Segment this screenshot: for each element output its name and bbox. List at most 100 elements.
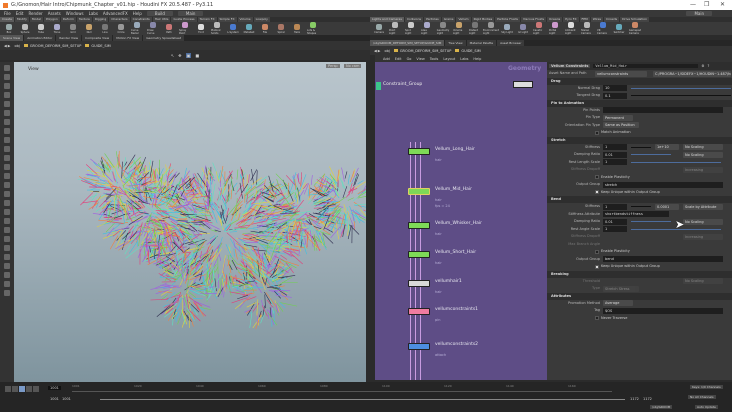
bend-attr-field[interactable]: shortbendstiffness — [603, 211, 669, 217]
start-frame[interactable]: 1001 — [50, 397, 59, 401]
normal-drag-slider[interactable] — [631, 87, 731, 89]
pane-tab[interactable]: Scene View — [0, 35, 24, 41]
viewport-tool-icon[interactable] — [4, 254, 10, 260]
shelf-tool[interactable]: Tube — [35, 23, 47, 34]
pane-tab[interactable]: Motion FX View — [113, 35, 143, 41]
shelf-tab[interactable]: Texture — [76, 17, 92, 22]
shelf-tool[interactable]: Geometry Light — [437, 22, 449, 35]
shelf-tool[interactable]: Font — [195, 23, 207, 34]
auto-update-menu[interactable]: Auto Update — [695, 405, 718, 409]
close-button[interactable]: ✕ — [720, 1, 725, 8]
desktop-select-right[interactable]: Main — [686, 11, 712, 16]
pin-type-menu[interactable]: Permanent — [603, 114, 633, 121]
network-node[interactable] — [408, 148, 430, 155]
bend-section[interactable]: Bend — [547, 196, 732, 203]
viewport-tool-icon[interactable] — [4, 101, 10, 107]
shelf-tool[interactable]: Spray Paint — [179, 22, 191, 35]
shelf-tab[interactable]: Particle Fluids — [495, 17, 520, 22]
menu-windows[interactable]: Windows — [66, 11, 84, 16]
normal-drag-field[interactable]: 10 — [603, 85, 627, 91]
shelf-tool[interactable]: Caustic Light — [533, 22, 545, 35]
bend-output-group-field[interactable]: bend — [603, 256, 723, 262]
shelf-tool[interactable]: Line — [99, 23, 111, 34]
network-menu-add[interactable]: Add — [383, 57, 390, 61]
viewport-tool-icon[interactable] — [4, 110, 10, 116]
pane-tab[interactable]: Composite View — [82, 35, 113, 41]
bend-damping-slider[interactable] — [631, 221, 671, 222]
timeline-ruler[interactable]: 1001 1020 1040 1060 1080 1100 1120 1140 1160 — [72, 384, 612, 392]
move-tool-icon[interactable]: ✥ — [178, 53, 181, 58]
shelf-tab[interactable]: Volume — [237, 17, 253, 22]
viewport-tool-icon[interactable] — [4, 182, 10, 188]
help-icon[interactable]: ? — [708, 64, 710, 68]
match-animation-checkbox[interactable] — [595, 130, 599, 135]
back-icon[interactable]: ◀ ▶ — [4, 44, 11, 48]
shelf-tool[interactable]: Metaball — [243, 23, 255, 34]
shelf-tool[interactable]: Draw Curve — [147, 22, 159, 35]
path-node2[interactable]: GUIDE_SIM — [455, 48, 481, 53]
minimize-button[interactable]: — — [690, 1, 696, 8]
tangent-drag-slider[interactable] — [631, 95, 731, 96]
network-menu-view[interactable]: View — [416, 57, 424, 61]
shelf-tool[interactable]: Path — [163, 23, 175, 34]
network-menu-layout[interactable]: Layout — [443, 57, 455, 61]
network-node[interactable] — [408, 280, 430, 287]
shelf-tool[interactable]: Platonic Solids — [211, 22, 223, 35]
shelf-tool[interactable]: Sphere — [19, 23, 31, 34]
viewport-tool-icon[interactable] — [4, 173, 10, 179]
viewport-tool-icon[interactable] — [4, 128, 10, 134]
bend-damping-scaling[interactable]: No Scaling — [683, 218, 723, 225]
drag-section[interactable]: Drag — [547, 77, 732, 85]
shelf-tool[interactable]: Spiral — [275, 23, 287, 34]
viewport-tool-icon[interactable] — [4, 83, 10, 89]
menu-render[interactable]: Render — [28, 11, 42, 16]
shelf-tool[interactable]: Sky Light — [501, 23, 513, 34]
network-node[interactable] — [408, 188, 430, 195]
viewport-tool-icon[interactable] — [4, 272, 10, 278]
network-menu-tools[interactable]: Tools — [430, 57, 439, 61]
network-node[interactable] — [408, 308, 430, 315]
desktop-select[interactable]: Build — [146, 11, 173, 16]
desktop-select-2[interactable]: Main — [177, 11, 204, 16]
shelf-tool[interactable]: Curve Bezier — [131, 22, 143, 35]
attributes-section[interactable]: Attributes — [547, 292, 732, 300]
current-frame-field[interactable]: 1001 — [48, 386, 61, 390]
viewport-tool-icon[interactable] — [4, 209, 10, 215]
stretch-stiffness-field[interactable]: 1 — [603, 144, 627, 150]
viewport-tool-icon[interactable] — [4, 236, 10, 242]
shelf-tab[interactable]: Modify — [14, 17, 29, 22]
gear-icon[interactable]: ⚙ — [701, 64, 704, 68]
shelf-tool[interactable]: L-System — [227, 23, 239, 34]
stretch-scaling-menu[interactable]: No Scaling — [683, 144, 723, 150]
shelf-tab[interactable]: Polygon — [43, 17, 60, 22]
bend-keep-unique-checkbox[interactable] — [595, 264, 599, 269]
network-node[interactable] — [408, 343, 430, 350]
menu-file[interactable]: File — [4, 11, 11, 16]
network-editor[interactable]: Geometry Constraint_Group Vellum_Long_Ha… — [375, 62, 547, 380]
viewport-tool-icon[interactable] — [4, 200, 10, 206]
viewport-tool-icon[interactable] — [4, 290, 10, 296]
viewport-tool-icon[interactable] — [4, 281, 10, 287]
constraint-group-node[interactable] — [376, 82, 381, 90]
pane-tab[interactable]: /obj/GROOM_DEFORM_SIM_SETUP/GUIDE_SIM — [370, 40, 445, 46]
stretch-keep-unique-checkbox[interactable] — [595, 190, 599, 194]
shelf-tool[interactable]: Helix — [291, 23, 303, 34]
shelf-tool[interactable]: Torus — [51, 23, 63, 34]
shading-icon[interactable]: ■ — [195, 53, 199, 58]
stretch-damping-slider[interactable] — [631, 154, 671, 155]
menu-assets[interactable]: Assets — [48, 11, 61, 16]
shelf-tool[interactable]: Spot Light — [405, 22, 417, 35]
bend-plasticity-checkbox[interactable] — [595, 249, 599, 254]
viewport-tool-icon[interactable] — [4, 155, 10, 161]
stretch-plasticity-checkbox[interactable] — [595, 175, 599, 179]
stretch-output-group-field[interactable]: stretch — [603, 181, 723, 188]
shelf-tool[interactable]: Grid — [67, 23, 79, 34]
shelf-tool[interactable]: Distant Light — [469, 22, 481, 35]
back-icon[interactable]: ◀ ▶ — [374, 49, 381, 53]
pane-tab[interactable]: Render View — [56, 35, 82, 41]
shelf-tool[interactable]: Environment Light — [483, 22, 499, 35]
rest-length-slider[interactable] — [631, 161, 721, 163]
rest-length-field[interactable]: 1 — [603, 159, 627, 165]
path-obj[interactable]: obj — [385, 49, 390, 53]
viewport-tool-icon[interactable] — [4, 92, 10, 98]
